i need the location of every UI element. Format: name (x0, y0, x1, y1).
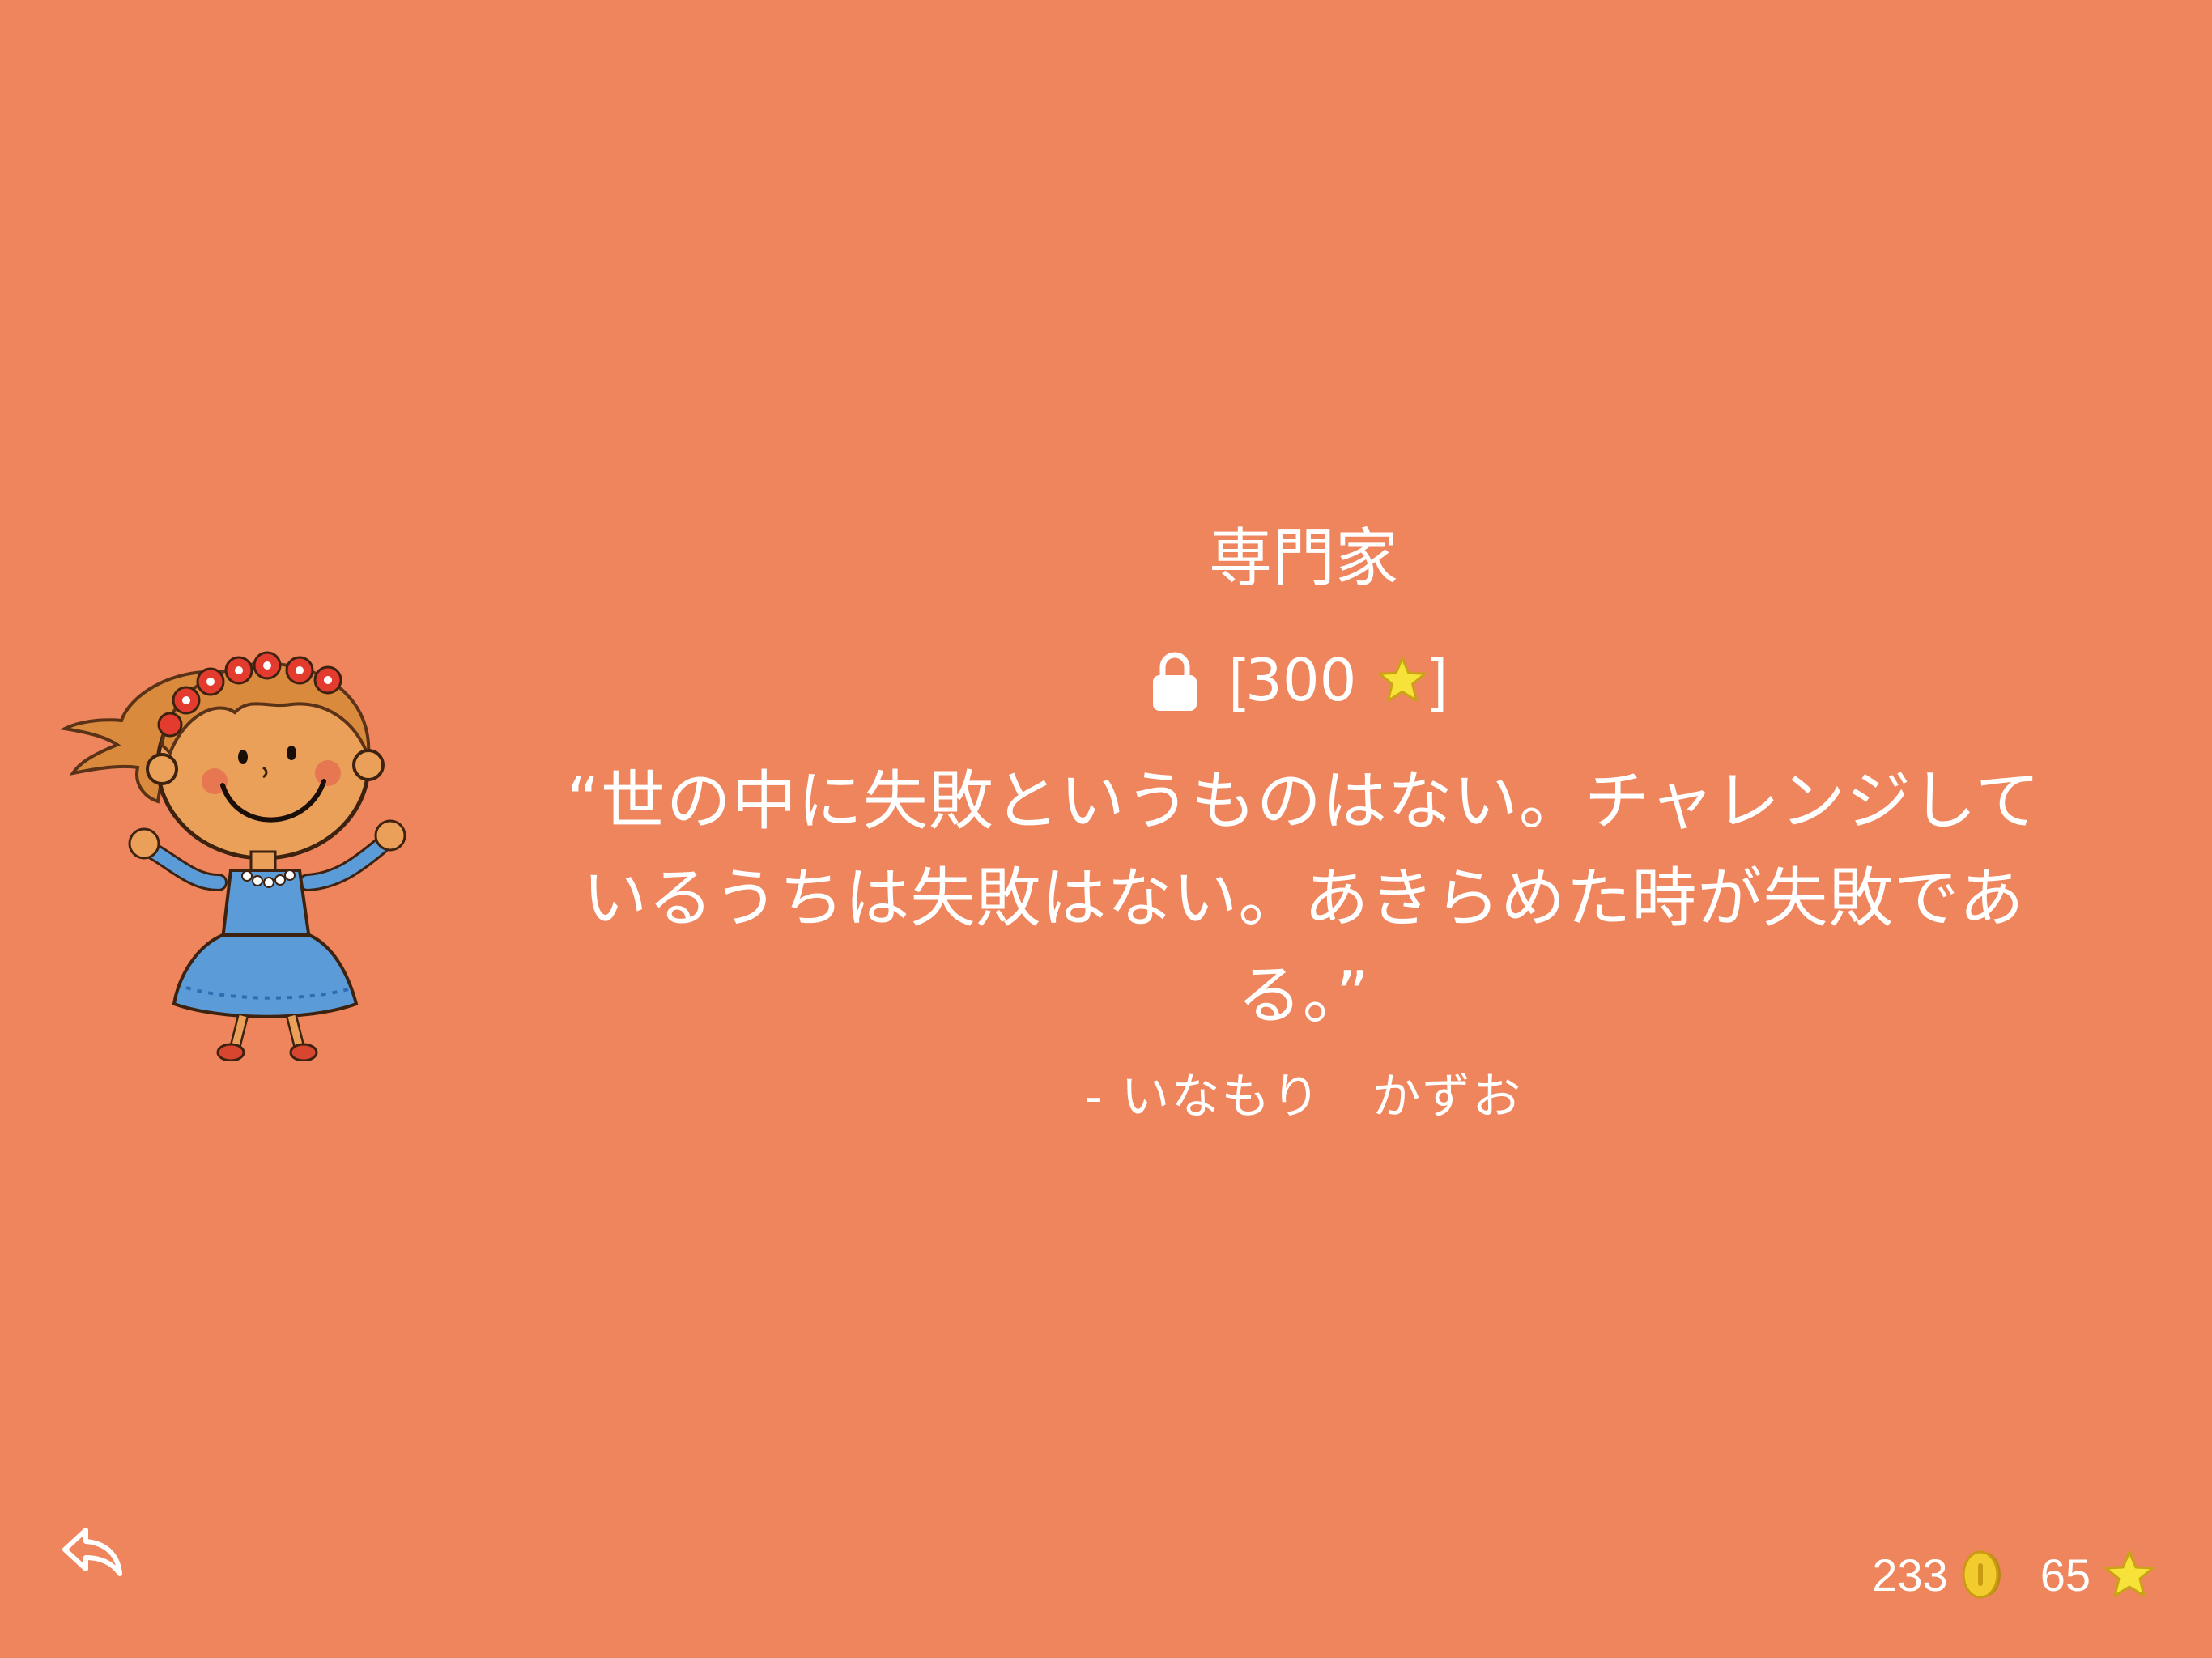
unlock-close-bracket: ] (1431, 648, 1448, 712)
lock-icon (1153, 652, 1197, 711)
unlock-cost-value: 300 (1245, 646, 1357, 714)
coin-icon (1962, 1550, 2001, 1599)
quote-author: - いなもり かずお (1084, 1069, 1523, 1125)
coin-count: 233 (1872, 1549, 1948, 1601)
star-icon (2104, 1550, 2155, 1597)
unlock-open-bracket: [ (1229, 648, 1246, 712)
unlock-cost[interactable]: [ 300 ] (1150, 640, 1447, 721)
page-title: 専門家 (1208, 522, 1398, 595)
star-count: 65 (2040, 1549, 2091, 1601)
quote-detail-screen: 専門家 [ 300 ] “世の中に失敗というものはない。チャレンジしているうちは… (0, 0, 2212, 1658)
currency-stats: 233 65 (1872, 1538, 2155, 1611)
star-icon (1378, 657, 1427, 702)
quote-text: “世の中に失敗というものはない。チャレンジしているうちは失敗はない。あきらめた時… (566, 763, 2041, 1033)
back-arrow-icon[interactable] (58, 1522, 131, 1587)
girl-character-illustration (59, 651, 406, 1061)
